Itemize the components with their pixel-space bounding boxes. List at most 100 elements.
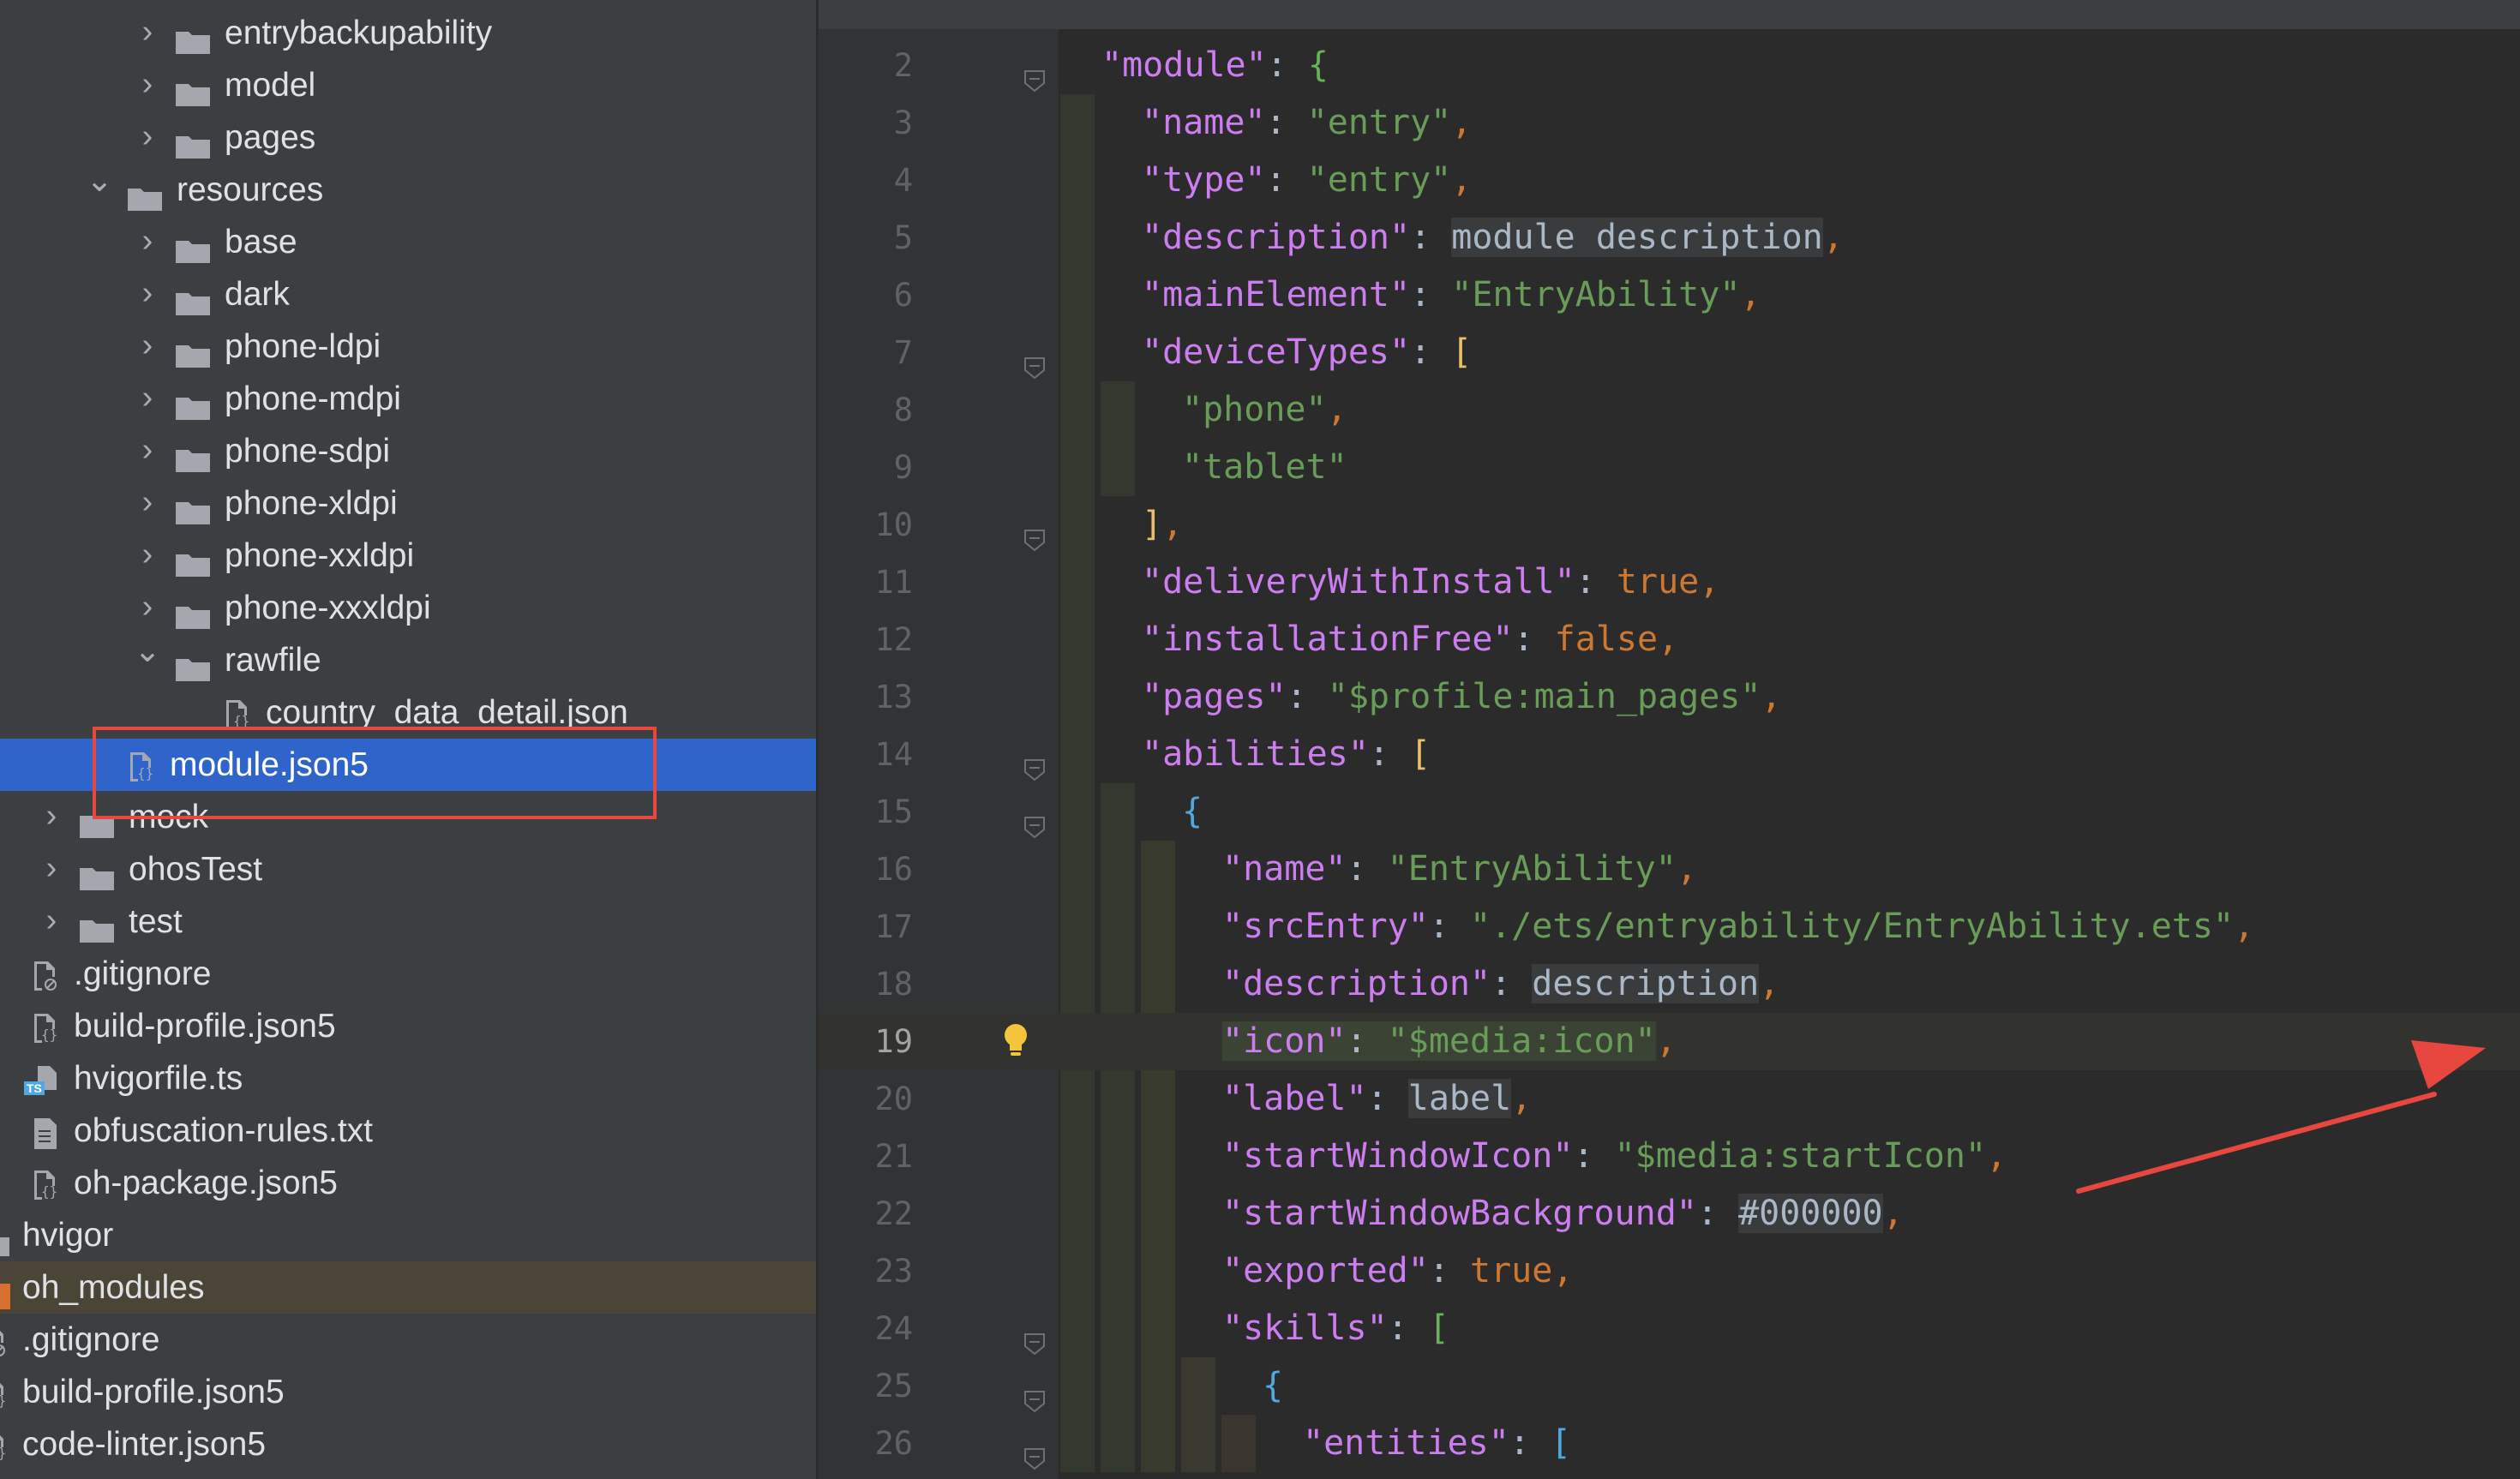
code-line[interactable]: 11 "deliveryWithInstall": true, [819, 554, 2520, 611]
chevron-right-icon[interactable]: › [130, 7, 165, 59]
tree-item[interactable]: › entrybackupability [0, 7, 816, 59]
chevron-right-icon[interactable]: › [130, 425, 165, 477]
code-line[interactable]: 2 "module": { [819, 37, 2520, 94]
code-text[interactable]: ], [1142, 496, 1183, 554]
tree-item[interactable]: ⌄ rawfile [0, 634, 816, 686]
tree-item[interactable]: .gitignore [0, 948, 816, 1000]
chevron-right-icon[interactable]: › [130, 320, 165, 373]
code-editor[interactable]: 2 "module": {3 "name": "entry", 4 "type": "e… [819, 0, 2520, 1479]
chevron-right-icon[interactable]: › [130, 216, 165, 268]
code-line[interactable]: 6 "mainElement": "EntryAbility", [819, 266, 2520, 324]
code-text[interactable]: "icon": "$media:icon", [1222, 1013, 1677, 1070]
code-line[interactable]: 7 "deviceTypes": [ [819, 324, 2520, 381]
code-line[interactable]: 5 "description": module description, [819, 209, 2520, 266]
code-text[interactable]: "abilities": [ [1142, 726, 1431, 783]
chevron-right-icon[interactable]: › [130, 530, 165, 582]
code-line[interactable]: 8 "phone", [819, 381, 2520, 439]
tree-item[interactable]: {} build-profile.json5 [0, 1366, 816, 1418]
tree-item[interactable]: hvigor [0, 1209, 816, 1261]
tree-item[interactable]: › phone-xxldpi [0, 530, 816, 582]
code-text[interactable]: "startWindowBackground": #000000, [1222, 1185, 1904, 1242]
tree-item[interactable]: .gitignore [0, 1314, 816, 1366]
code-line[interactable]: 22 "startWindowBackground": #000000, [819, 1185, 2520, 1242]
tree-item[interactable]: oh_modules [0, 1261, 816, 1314]
code-text[interactable]: "phone", [1182, 381, 1347, 439]
code-text[interactable]: "pages": "$profile:main_pages", [1142, 668, 1782, 726]
code-text[interactable]: "module": { [1101, 37, 1329, 94]
code-line[interactable]: 9 "tablet" [819, 439, 2520, 496]
chevron-right-icon[interactable]: › [34, 895, 69, 948]
tree-item[interactable]: TS hvigorfile.ts [0, 1052, 816, 1105]
code-line[interactable]: 26 "entities": [ [819, 1415, 2520, 1472]
intention-bulb-icon[interactable] [1001, 1021, 1030, 1061]
tree-item[interactable]: {} code-linter.json5 [0, 1418, 816, 1470]
chevron-right-icon[interactable]: › [130, 477, 165, 530]
code-line[interactable]: 23 "exported": true, [819, 1242, 2520, 1300]
code-text[interactable]: { [1182, 783, 1203, 841]
tree-item[interactable]: › model [0, 59, 816, 111]
tree-item[interactable]: › phone-xldpi [0, 477, 816, 530]
tree-item[interactable]: › test [0, 895, 816, 948]
code-text[interactable]: "tablet" [1182, 439, 1347, 496]
code-line[interactable]: 21 "startWindowIcon": "$media:startIcon", [819, 1128, 2520, 1185]
chevron-down-icon[interactable]: ⌄ [82, 164, 117, 216]
fold-marker-icon[interactable] [1022, 1432, 1047, 1470]
tree-item[interactable]: › phone-xxxldpi [0, 582, 816, 634]
code-text[interactable]: "srcEntry": "./ets/entryability/EntryAbi… [1222, 898, 2254, 955]
code-line[interactable]: 24 "skills": [ [819, 1300, 2520, 1357]
chevron-right-icon[interactable]: › [34, 791, 69, 843]
code-line[interactable]: 18 "description": description, [819, 955, 2520, 1013]
tree-item[interactable]: {} module.json5 [0, 739, 816, 791]
code-text[interactable]: "deviceTypes": [ [1142, 324, 1472, 381]
tree-item[interactable]: {} build-profile.json5 [0, 1000, 816, 1052]
chevron-down-icon[interactable]: ⌄ [130, 634, 165, 686]
code-text[interactable]: "startWindowIcon": "$media:startIcon", [1222, 1128, 2007, 1185]
tree-item[interactable]: › phone-ldpi [0, 320, 816, 373]
tree-item[interactable]: › base [0, 216, 816, 268]
code-line[interactable]: 13 "pages": "$profile:main_pages", [819, 668, 2520, 726]
code-line[interactable]: 17 "srcEntry": "./ets/entryability/EntryA… [819, 898, 2520, 955]
code-text[interactable]: "name": "entry", [1142, 94, 1472, 152]
code-text[interactable]: "entities": [ [1303, 1415, 1571, 1472]
code-text[interactable]: { [1263, 1357, 1283, 1415]
fold-marker-icon[interactable] [1022, 54, 1047, 93]
code-text[interactable]: "mainElement": "EntryAbility", [1142, 266, 1761, 324]
code-text[interactable]: "description": description, [1222, 955, 1779, 1013]
code-text[interactable]: "installationFree": false, [1142, 611, 1678, 668]
code-line[interactable]: 12 "installationFree": false, [819, 611, 2520, 668]
code-line[interactable]: 4 "type": "entry", [819, 152, 2520, 209]
code-text[interactable]: "deliveryWithInstall": true, [1142, 554, 1719, 611]
fold-marker-icon[interactable] [1022, 1374, 1047, 1413]
tree-item[interactable]: obfuscation-rules.txt [0, 1105, 816, 1157]
code-text[interactable]: "exported": true, [1222, 1242, 1573, 1300]
chevron-right-icon[interactable]: › [130, 373, 165, 425]
code-line[interactable]: 25 { [819, 1357, 2520, 1415]
code-line[interactable]: 19 "icon": "$media:icon", [819, 1013, 2520, 1070]
code-text[interactable]: "name": "EntryAbility", [1222, 841, 1697, 898]
code-text[interactable]: "type": "entry", [1142, 152, 1472, 209]
code-line[interactable]: 14 "abilities": [ [819, 726, 2520, 783]
fold-marker-icon[interactable] [1022, 513, 1047, 552]
fold-marker-icon[interactable] [1022, 341, 1047, 380]
code-line[interactable]: 20 "label": label, [819, 1070, 2520, 1128]
code-text[interactable]: "description": module description, [1142, 209, 1844, 266]
code-line[interactable]: 15 { [819, 783, 2520, 841]
tree-item[interactable]: › dark [0, 268, 816, 320]
code-text[interactable]: "label": label, [1222, 1070, 1532, 1128]
tree-item[interactable]: › phone-sdpi [0, 425, 816, 477]
tree-item[interactable]: › phone-mdpi [0, 373, 816, 425]
fold-marker-icon[interactable] [1022, 800, 1047, 839]
tree-item[interactable]: › pages [0, 111, 816, 164]
code-line[interactable]: 3 "name": "entry", [819, 94, 2520, 152]
tree-item[interactable]: › ohosTest [0, 843, 816, 895]
code-line[interactable]: 16 "name": "EntryAbility", [819, 841, 2520, 898]
tree-item[interactable]: ⌄ resources [0, 164, 816, 216]
chevron-right-icon[interactable]: › [130, 111, 165, 164]
fold-marker-icon[interactable] [1022, 1317, 1047, 1356]
code-line[interactable]: 10], [819, 496, 2520, 554]
tree-item[interactable]: {} country_data_detail.json [0, 686, 816, 739]
chevron-right-icon[interactable]: › [130, 59, 165, 111]
fold-marker-icon[interactable] [1022, 743, 1047, 781]
chevron-right-icon[interactable]: › [34, 843, 69, 895]
code-text[interactable]: "skills": [ [1222, 1300, 1449, 1357]
